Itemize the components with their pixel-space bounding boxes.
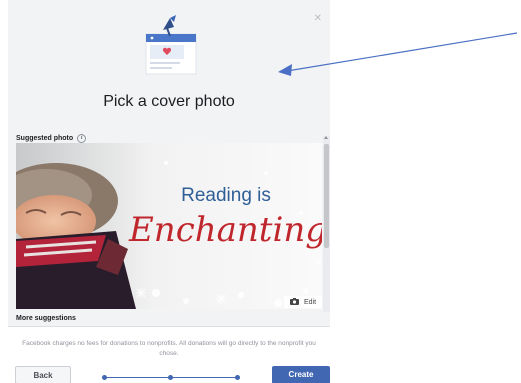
annotation-arrow [278, 32, 518, 76]
